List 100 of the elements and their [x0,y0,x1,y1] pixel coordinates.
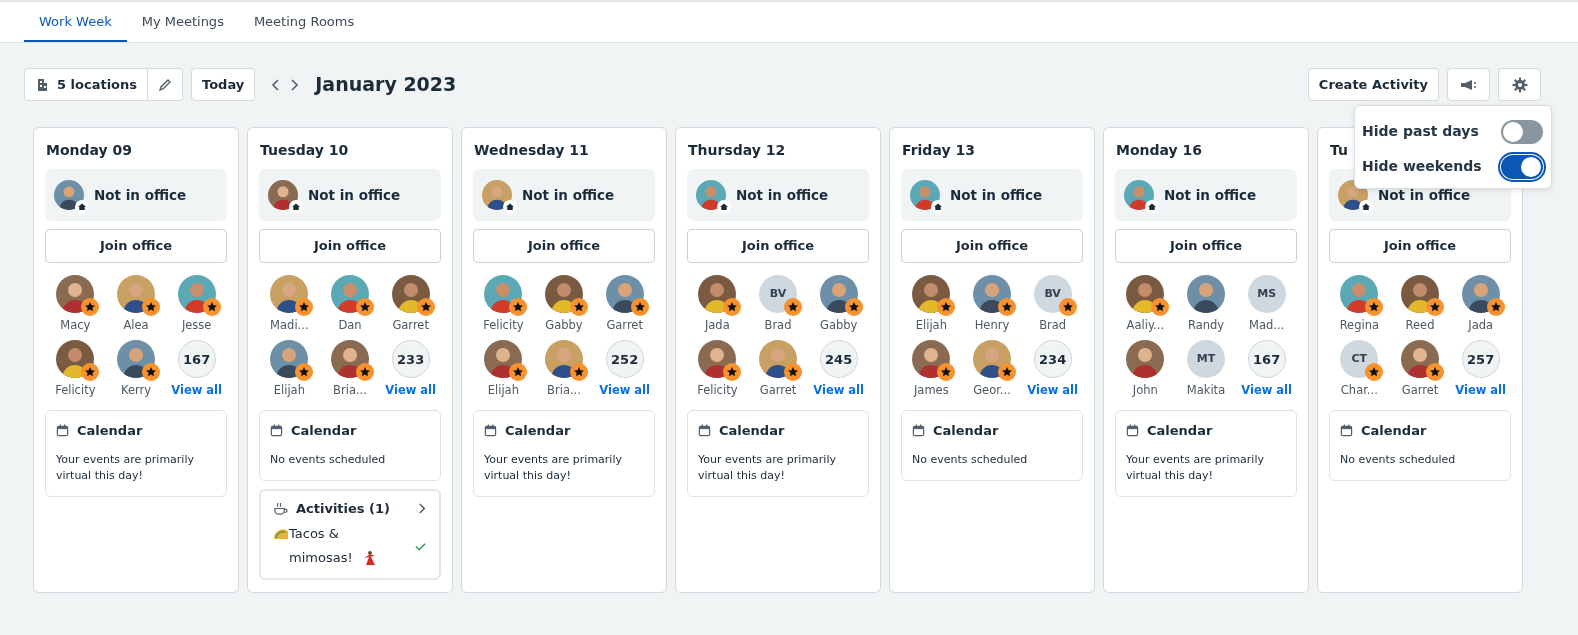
month-title: January 2023 [315,72,457,98]
person-name: Makita [1186,382,1226,400]
person-name: Reed [1405,317,1435,334]
today-button[interactable]: Today [191,68,256,101]
day-title: Thursday 12 [688,141,787,160]
avatar-initials[interactable]: BV [759,275,797,313]
join-office-button[interactable]: Join office [473,229,655,263]
calendar-text: Your events are primarily virtual this day! [484,452,623,484]
status-text: Not in office [950,185,1043,205]
home-icon [289,200,303,214]
day-title: Tuesday 10 [260,141,350,160]
person-name: Elijah [915,317,947,334]
calendar-icon [484,423,497,437]
calendar-icon [698,423,711,437]
join-office-button[interactable]: Join office [259,229,441,263]
status-text: Not in office [522,185,615,205]
person-name: Regina [1339,317,1379,334]
settings-button[interactable] [1498,68,1541,101]
avatar-initials[interactable]: MS [1247,275,1286,313]
join-office-button[interactable]: Join office [1115,229,1297,263]
status-text: Not in office [1164,185,1257,205]
person-name: Felicity [55,382,96,400]
person-name: Jada [704,317,730,334]
calendar-text: No events scheduled [912,452,1029,468]
status-text: Not in office [1378,185,1471,205]
day-title: Monday 09 [46,141,134,160]
locations-button[interactable]: 5 locations [24,68,149,101]
person-name: Macy [60,317,91,334]
calendar-title: Calendar [1147,421,1213,440]
activities-title: Activities (1) [296,499,391,518]
avatar-initials[interactable]: BV [1033,275,1072,313]
status-text: Not in office [94,185,187,205]
person-name: Elijah [487,382,519,400]
person-name: Madi... [270,317,309,334]
cup-icon [273,501,288,517]
person-name: Elijah [273,382,305,400]
day-title: Tu [1330,141,1349,160]
calendar-title: Calendar [505,421,571,440]
view-all-link[interactable]: View all [171,382,222,400]
avatar-initials[interactable]: MT [1187,340,1225,379]
megaphone-icon [1459,78,1478,91]
view-all-link[interactable]: View all [813,382,864,400]
view-all-link[interactable]: View all [1241,382,1292,400]
tab[interactable]: My Meetings [126,2,239,42]
person-name: Gabby [819,317,858,334]
calendar-title: Calendar [933,421,999,440]
person-name: Char... [1340,382,1378,400]
join-office-button[interactable]: Join office [901,229,1083,263]
calendar-text: Your events are primarily virtual this day! [1126,452,1265,484]
toggle-switch[interactable] [1501,154,1543,179]
create-activity-button[interactable]: Create Activity [1307,68,1439,101]
join-office-button[interactable]: Join office [45,229,227,263]
person-name: Bria... [547,382,581,400]
tab[interactable]: Work Week [24,2,127,42]
announce-button[interactable] [1447,68,1490,101]
calendar-icon [1340,423,1353,437]
building-icon [35,77,49,92]
home-icon [75,200,89,214]
count-badge: 257 [1461,340,1500,379]
person-name: Henry [974,317,1010,334]
person-name: Felicity [697,382,738,400]
taco-icon [273,526,289,541]
view-all-link[interactable]: View all [385,382,436,400]
person-name: Randy [1187,317,1225,334]
day-title: Wednesday 11 [474,141,590,160]
person-name: Garret [392,317,429,334]
person-name: Garret [1401,382,1439,400]
home-icon [1145,200,1159,214]
toggle-switch[interactable] [1501,119,1543,144]
setting-label: Hide weekends [1362,157,1482,176]
edit-button[interactable] [148,68,184,101]
calendar-icon [912,423,925,437]
count-badge: 234 [1033,340,1072,379]
join-office-button[interactable]: Join office [1329,229,1511,263]
count-badge: 167 [177,340,216,379]
person-name: Aaliy... [1126,317,1165,334]
calendar-text: Your events are primarily virtual this day! [698,452,837,484]
view-all-link[interactable]: View all [1455,382,1506,400]
next-icon[interactable] [289,77,300,92]
join-office-button[interactable]: Join office [687,229,869,263]
person-name: Garret [759,382,797,400]
count-badge: 252 [605,340,644,379]
tab[interactable]: Meeting Rooms [238,2,370,42]
person-name: Gabby [545,317,583,334]
chevron-icon[interactable] [418,502,427,516]
calendar-icon [1126,423,1139,437]
person-name: Felicity [483,317,524,334]
person-name: Garret [606,317,643,334]
status-text: Not in office [308,185,401,205]
pencil-icon [158,77,173,92]
previous-icon[interactable] [271,77,282,92]
person-name: Alea [123,317,149,334]
person-name: Bria... [333,382,367,400]
calendar-icon [56,423,69,437]
activity-text[interactable]: Tacos & mimosas! [289,522,357,571]
view-all-link[interactable]: View all [599,382,650,400]
day-title: Friday 13 [902,141,976,160]
person-name: Jada [1468,317,1494,334]
home-icon [1359,200,1373,214]
view-all-link[interactable]: View all [1027,382,1078,400]
